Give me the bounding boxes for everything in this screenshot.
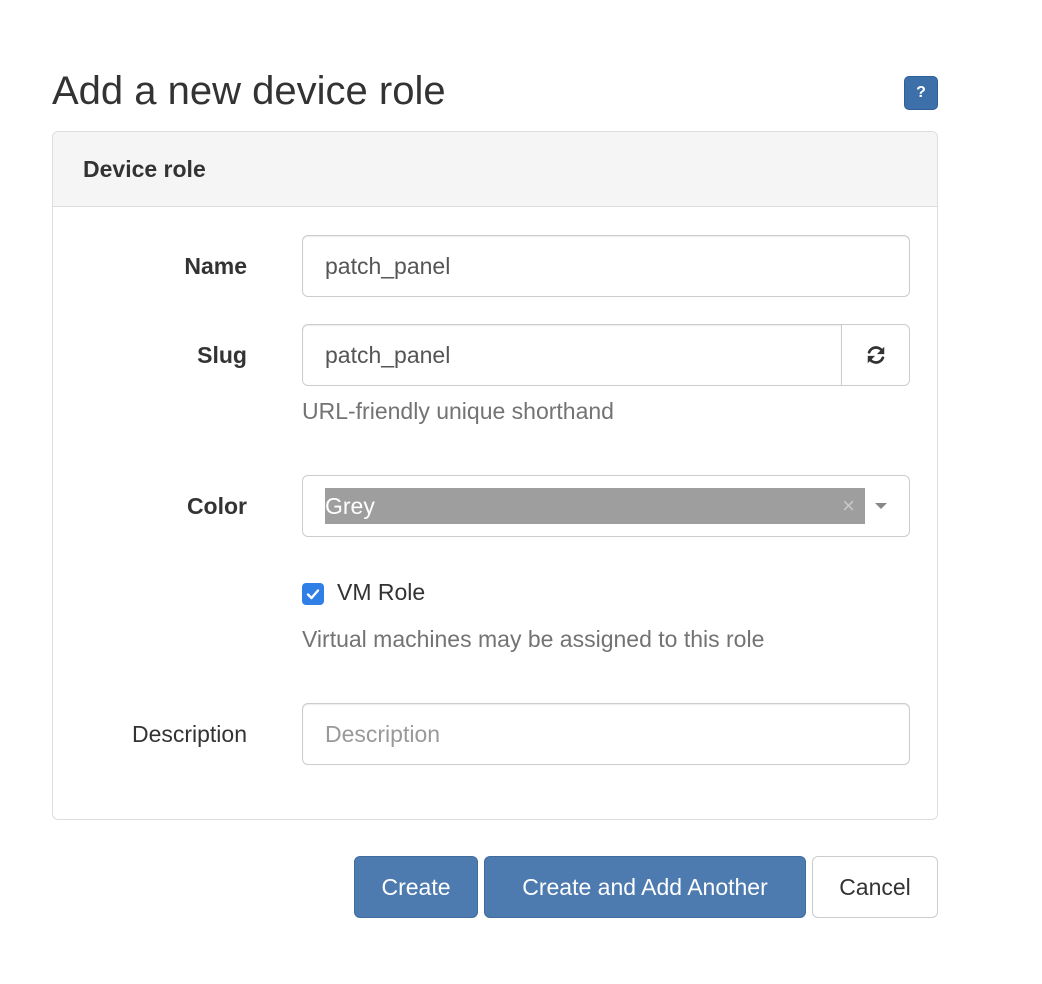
description-label: Description — [131, 721, 247, 747]
vm-role-checkbox[interactable] — [302, 583, 324, 605]
create-and-add-another-button[interactable]: Create and Add Another — [484, 856, 806, 918]
create-button[interactable]: Create — [354, 856, 478, 918]
color-selected-text: Grey — [325, 493, 375, 519]
chevron-down-icon[interactable] — [875, 503, 887, 509]
checkmark-icon — [306, 589, 320, 600]
refresh-icon — [867, 346, 884, 364]
slug-input-group — [302, 324, 910, 386]
slug-input[interactable] — [302, 324, 842, 386]
help-button[interactable]: ? — [904, 76, 938, 110]
panel-heading: Device role — [53, 132, 937, 207]
color-select[interactable]: Grey × — [302, 475, 910, 537]
vm-role-help-text: Virtual machines may be assigned to this… — [302, 626, 765, 652]
description-input[interactable] — [302, 703, 910, 765]
device-role-panel: Device role Name Slug URL-friendly uniqu… — [52, 131, 938, 820]
cancel-button[interactable]: Cancel — [812, 856, 938, 918]
color-label: Color — [186, 493, 247, 519]
help-icon: ? — [916, 84, 926, 101]
slug-help-text: URL-friendly unique shorthand — [302, 398, 614, 424]
color-selected-value: Grey × — [325, 488, 865, 524]
regenerate-slug-button[interactable] — [842, 324, 910, 386]
page: Add a new device role ? Device role Name… — [0, 0, 1042, 984]
vm-role-label[interactable]: VM Role — [337, 579, 425, 606]
slug-label: Slug — [197, 342, 247, 368]
name-input[interactable] — [302, 235, 910, 297]
name-label: Name — [184, 253, 247, 279]
page-title: Add a new device role — [52, 69, 446, 113]
clear-selection-icon[interactable]: × — [842, 488, 855, 524]
